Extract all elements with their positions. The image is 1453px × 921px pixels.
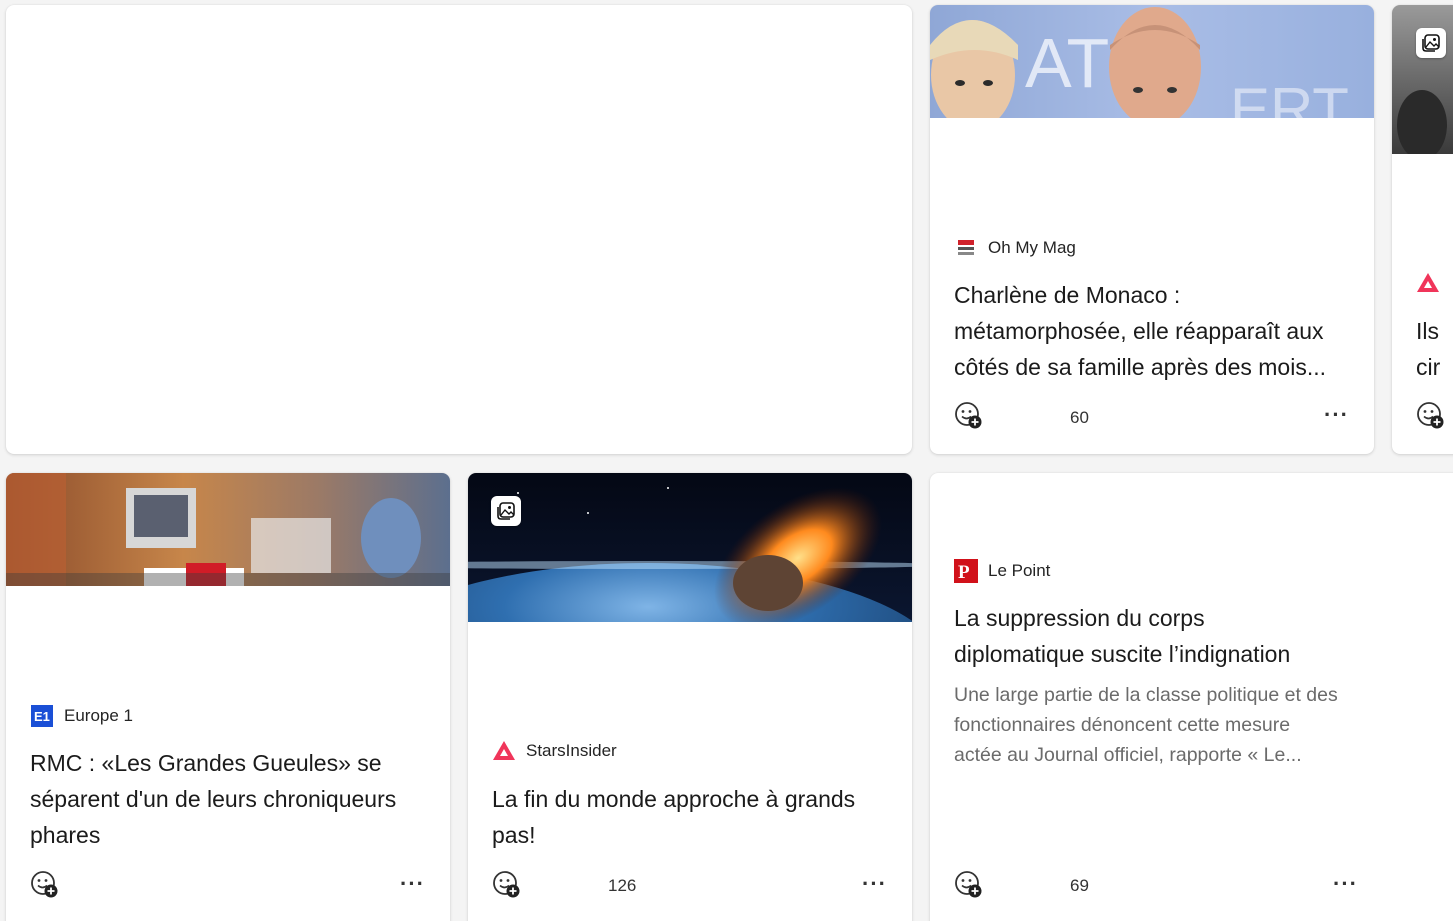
- more-options-icon[interactable]: ···: [400, 871, 425, 897]
- headline-line: La suppression du corps: [954, 605, 1205, 631]
- abstract: Une large partie de la classe politique …: [954, 680, 1384, 770]
- starsinsider-logo: [1416, 271, 1440, 295]
- add-reaction-icon[interactable]: [492, 870, 522, 900]
- news-card-europe1[interactable]: E1 Europe 1 RMC : «Les Grandes Gueules» …: [6, 473, 450, 921]
- image-gallery-icon: [1416, 28, 1446, 58]
- reaction-count: 126: [608, 876, 637, 895]
- headline[interactable]: RMC : «Les Grandes Gueules» se séparent …: [30, 745, 440, 853]
- more-options-icon[interactable]: ···: [1324, 402, 1349, 428]
- headline-line: RMC : «Les Grandes Gueules» se: [30, 750, 382, 776]
- headline-line: diplomatique suscite l’indignation: [954, 641, 1291, 667]
- headline-line: phares: [30, 822, 101, 848]
- more-options-icon[interactable]: ···: [1333, 871, 1358, 897]
- news-card-monaco[interactable]: ATIO ERT Oh My Mag Charlène de Monaco: …: [930, 5, 1374, 454]
- headline[interactable]: Charlène de Monaco : métamorphosée, elle…: [954, 277, 1354, 385]
- blank-card[interactable]: [6, 5, 912, 454]
- source-name: Oh My Mag: [988, 238, 1076, 257]
- monaco-thumbnail[interactable]: ATIO ERT: [930, 5, 1374, 118]
- source-row[interactable]: StarsInsider: [492, 739, 617, 763]
- svg-text:ERT: ERT: [1230, 76, 1349, 118]
- europe1-logo: E1: [30, 704, 54, 728]
- news-feed: ATIO ERT Oh My Mag Charlène de Monaco: …: [0, 0, 1453, 921]
- svg-text:P: P: [958, 562, 970, 583]
- image-gallery-icon: [491, 496, 521, 526]
- abstract-line: fonctionnaires dénoncent cette mesure: [954, 714, 1291, 736]
- add-reaction-icon[interactable]: [954, 870, 984, 900]
- starsinsider-logo: [492, 739, 516, 763]
- source-name: StarsInsider: [526, 741, 617, 760]
- source-name: Europe 1: [64, 706, 133, 725]
- svg-text:E1: E1: [34, 709, 50, 724]
- add-reaction-icon[interactable]: [30, 870, 60, 900]
- headline-line: métamorphosée, elle réapparaît aux: [954, 318, 1324, 344]
- headline[interactable]: La fin du monde approche à grands pas!: [492, 781, 902, 853]
- headline-line: côtés de sa famille après des mois...: [954, 354, 1326, 380]
- starsinsider-thumbnail[interactable]: [468, 473, 912, 622]
- le-point-logo: P: [954, 559, 978, 583]
- source-name: Le Point: [988, 561, 1051, 580]
- headline-line: La fin du monde approche à grands: [492, 786, 856, 812]
- news-card-starsinsider[interactable]: StarsInsider La fin du monde approche à …: [468, 473, 912, 921]
- headline-line: Ils: [1416, 318, 1439, 344]
- reaction-count: 69: [1070, 876, 1089, 895]
- headline-line: Charlène de Monaco :: [954, 282, 1181, 308]
- headline-line: séparent d'un de leurs chroniqueurs: [30, 786, 397, 812]
- add-reaction-icon[interactable]: [954, 401, 984, 431]
- source-row[interactable]: E1 Europe 1: [30, 704, 133, 728]
- headline-line: cir: [1416, 354, 1441, 380]
- reaction-count: 60: [1070, 408, 1089, 427]
- oh-my-mag-logo: [954, 236, 978, 260]
- abstract-line: actée au Journal officiel, rapporte « Le…: [954, 744, 1302, 766]
- news-card-lepoint[interactable]: P Le Point La suppression du corps diplo…: [930, 473, 1453, 921]
- source-row[interactable]: Oh My Mag: [954, 236, 1076, 260]
- headline-line: pas!: [492, 822, 536, 848]
- news-card-partial[interactable]: Ils cir: [1392, 5, 1453, 454]
- headline[interactable]: La suppression du corps diplomatique sus…: [954, 600, 1374, 672]
- headline[interactable]: Ils cir: [1416, 313, 1453, 385]
- europe1-thumbnail[interactable]: [6, 473, 450, 586]
- source-row[interactable]: P Le Point: [954, 559, 1050, 583]
- abstract-line: Une large partie de la classe politique …: [954, 684, 1338, 706]
- add-reaction-icon[interactable]: [1416, 401, 1446, 431]
- more-options-icon[interactable]: ···: [862, 871, 887, 897]
